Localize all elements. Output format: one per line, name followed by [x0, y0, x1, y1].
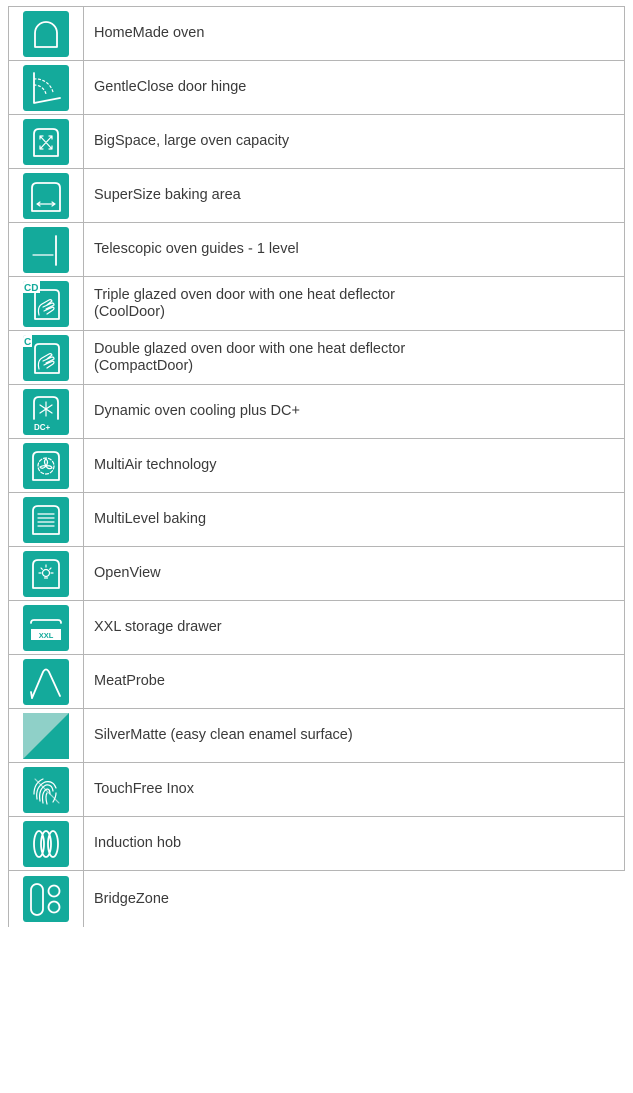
- bridgezone-icon: [23, 876, 69, 922]
- homemade-oven-icon: [23, 10, 69, 57]
- feature-label: MultiAir technology: [84, 439, 625, 492]
- openview-icon: [23, 550, 69, 597]
- feature-row-gentleclose: GentleClose door hinge: [8, 61, 625, 115]
- cooldoor-icon: CD: [23, 280, 69, 327]
- feature-row-meatprobe: MeatProbe: [8, 655, 625, 709]
- feature-label: HomeMade oven: [84, 7, 625, 60]
- multilevel-icon: [23, 496, 69, 543]
- c-badge: C: [24, 337, 31, 348]
- supersize-icon: [23, 172, 69, 219]
- feature-row-dynamic-cooling: DC+ Dynamic oven cooling plus DC+: [8, 385, 625, 439]
- feature-label: GentleClose door hinge: [84, 61, 625, 114]
- feature-row-telescopic: Telescopic oven guides - 1 level: [8, 223, 625, 277]
- dynamic-cooling-icon: DC+: [23, 388, 69, 435]
- telescopic-guides-icon: [23, 226, 69, 273]
- feature-row-cooldoor: CD Triple glazed oven door with one heat…: [8, 277, 625, 331]
- feature-row-xxl-drawer: XXL XXL storage drawer: [8, 601, 625, 655]
- feature-label: Telescopic oven guides - 1 level: [84, 223, 625, 276]
- feature-label: SilverMatte (easy clean enamel surface): [84, 709, 625, 762]
- feature-row-silvermatte: SilverMatte (easy clean enamel surface): [8, 709, 625, 763]
- feature-label: MultiLevel baking: [84, 493, 625, 546]
- feature-row-openview: OpenView: [8, 547, 625, 601]
- feature-label: XXL storage drawer: [84, 601, 625, 654]
- multiair-icon: [23, 442, 69, 489]
- meatprobe-icon: [23, 658, 69, 705]
- cd-badge: CD: [24, 283, 38, 294]
- compactdoor-icon: C: [23, 334, 69, 381]
- feature-label: OpenView: [84, 547, 625, 600]
- feature-row-touchfree: TouchFree Inox: [8, 763, 625, 817]
- feature-label: SuperSize baking area: [84, 169, 625, 222]
- feature-row-multiair: MultiAir technology: [8, 439, 625, 493]
- feature-label: BridgeZone: [94, 890, 169, 907]
- feature-row-homemade-oven: HomeMade oven: [8, 7, 625, 61]
- xxl-badge: XXL: [39, 631, 54, 640]
- feature-label: TouchFree Inox: [84, 763, 625, 816]
- feature-row-bridgezone: BridgeZone: [8, 871, 625, 927]
- features-table: HomeMade oven GentleClose door hinge Big…: [8, 6, 625, 927]
- feature-row-bigspace: BigSpace, large oven capacity: [8, 115, 625, 169]
- feature-row-induction: Induction hob: [8, 817, 625, 871]
- feature-label: Triple glazed oven door with one heat de…: [84, 277, 625, 330]
- xxl-drawer-icon: XXL: [23, 604, 69, 651]
- feature-label: Double glazed oven door with one heat de…: [84, 331, 625, 384]
- bigspace-icon: [23, 118, 69, 165]
- feature-row-compactdoor: C Double glazed oven door with one heat …: [8, 331, 625, 385]
- feature-row-multilevel: MultiLevel baking: [8, 493, 625, 547]
- silvermatte-icon: [23, 712, 69, 759]
- feature-label: Dynamic oven cooling plus DC+: [84, 385, 625, 438]
- door-hinge-icon: [23, 64, 69, 111]
- touchfree-inox-icon: [23, 766, 69, 813]
- feature-label: Induction hob: [84, 817, 625, 870]
- induction-hob-icon: [23, 820, 69, 867]
- feature-label: BigSpace, large oven capacity: [84, 115, 625, 168]
- feature-label: MeatProbe: [84, 655, 625, 708]
- dc-badge: DC+: [34, 423, 51, 432]
- feature-row-supersize: SuperSize baking area: [8, 169, 625, 223]
